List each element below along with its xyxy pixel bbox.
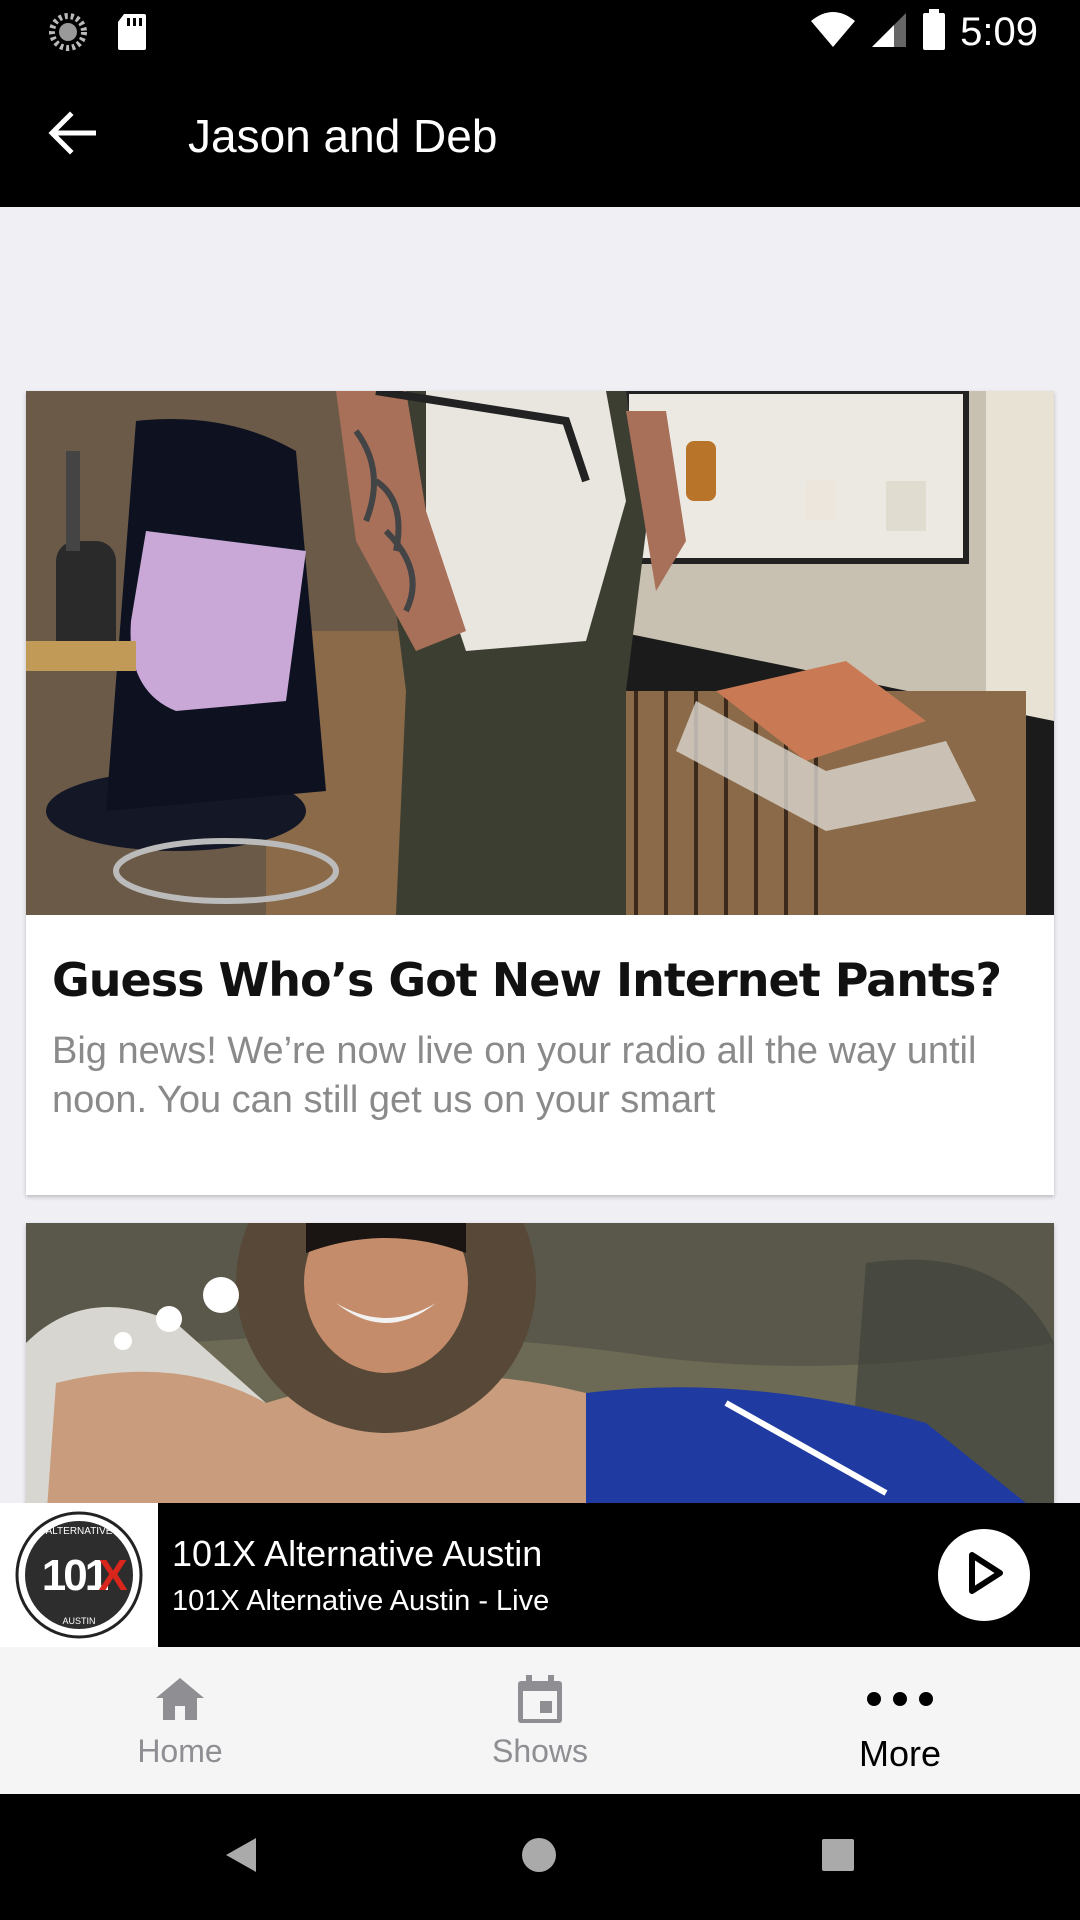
article-feed[interactable]: Guess Who’s Got New Internet Pants? Big …: [0, 207, 1080, 1503]
svg-text:ALTERNATIVE: ALTERNATIVE: [46, 1526, 113, 1537]
signal-icon: [870, 11, 908, 54]
article-card[interactable]: Guess Who’s Got New Internet Pants? Big …: [26, 391, 1054, 1195]
svg-text:AUSTIN: AUSTIN: [62, 1616, 95, 1626]
stream-name: 101X Alternative Austin - Live: [172, 1585, 550, 1617]
article-card[interactable]: [26, 1223, 1054, 1503]
tab-shows[interactable]: Shows: [360, 1647, 720, 1794]
bottom-tab-bar: Home Shows More: [0, 1647, 1080, 1794]
article-image: [26, 1223, 1054, 1503]
more-horizontal-icon: [866, 1671, 934, 1727]
app-bar: Jason and Deb: [0, 63, 1080, 207]
status-bar: 5:09: [0, 0, 1080, 63]
play-button[interactable]: [938, 1529, 1030, 1621]
tab-label: More: [858, 1733, 942, 1774]
wifi-icon: [810, 11, 856, 54]
circle-home-icon: [520, 1836, 558, 1879]
station-name: 101X Alternative Austin: [172, 1533, 543, 1574]
nav-home-button[interactable]: [506, 1824, 572, 1890]
sd-card-icon: [116, 12, 148, 57]
station-logo: ALTERNATIVE AUSTIN 101 X: [0, 1503, 158, 1647]
tab-more[interactable]: More: [720, 1647, 1080, 1794]
home-icon: [154, 1671, 206, 1727]
article-title: Guess Who’s Got New Internet Pants?: [52, 953, 1002, 1007]
system-nav-bar: [0, 1794, 1080, 1920]
tab-label: Shows: [491, 1733, 589, 1769]
calendar-icon: [516, 1671, 564, 1727]
tab-home[interactable]: Home: [0, 1647, 360, 1794]
nav-back-button[interactable]: [208, 1824, 274, 1890]
square-recents-icon: [821, 1838, 855, 1877]
article-excerpt: Big news! We’re now live on your radio a…: [52, 1030, 977, 1121]
back-button[interactable]: [40, 103, 104, 167]
page-title: Jason and Deb: [188, 110, 498, 162]
svg-text:X: X: [98, 1551, 127, 1600]
clock: 5:09: [960, 9, 1038, 54]
arrow-back-icon: [48, 110, 97, 160]
now-playing-bar[interactable]: ALTERNATIVE AUSTIN 101 X 101X Alternativ…: [0, 1503, 1080, 1647]
play-icon: [964, 1551, 1004, 1600]
tab-label: Home: [137, 1733, 223, 1769]
triangle-back-icon: [224, 1836, 258, 1879]
article-image: [26, 391, 1054, 915]
sync-icon: [48, 12, 88, 57]
battery-icon: [922, 8, 946, 56]
nav-recents-button[interactable]: [805, 1824, 871, 1890]
